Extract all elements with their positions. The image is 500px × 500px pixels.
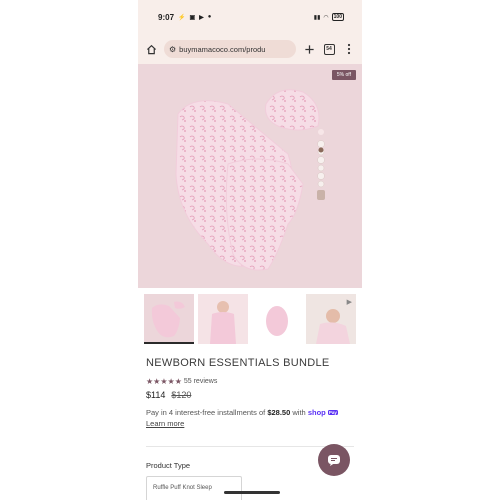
browser-toolbar: ⚙ buymamacoco.com/produ 54	[138, 34, 362, 64]
shop-pay-logo: shop Pay	[308, 408, 338, 417]
discount-badge: 5% off	[331, 70, 356, 80]
notification-icon: ●	[207, 14, 212, 20]
menu-icon[interactable]	[342, 42, 356, 56]
url-text: buymamacoco.com/produ	[179, 44, 266, 54]
product-type-select[interactable]: Ruffle Puff Knot Sleep	[146, 476, 242, 500]
address-bar[interactable]: ⚙ buymamacoco.com/produ	[164, 40, 296, 58]
home-icon[interactable]	[144, 42, 158, 56]
site-settings-icon[interactable]: ⚙	[169, 45, 176, 54]
status-left: 9:07 ⚡ ▣ ▶ ●	[158, 13, 211, 22]
installments-with: with	[292, 408, 306, 417]
original-price: $120	[171, 390, 192, 400]
star-rating-icon: ★★★★★	[146, 377, 182, 386]
chat-icon	[328, 454, 340, 466]
installment-amount: $28.50	[267, 408, 291, 417]
new-tab-icon[interactable]	[302, 42, 316, 56]
thumbnail[interactable]: ▶	[306, 294, 356, 344]
thumbnail[interactable]	[252, 294, 302, 344]
review-count: 55 reviews	[183, 378, 218, 385]
thumbnail[interactable]	[144, 294, 194, 344]
youtube-icon: ▶	[199, 14, 204, 21]
price-row: $114 $120	[146, 390, 191, 400]
installments-prefix: Pay in 4 interest-free installments of	[146, 408, 266, 417]
shop-pay-brand: shop	[307, 408, 326, 417]
status-right: ▮▮ ◠ 100	[314, 13, 344, 21]
learn-more-link[interactable]: Learn more	[146, 419, 184, 428]
notification-icon: ▣	[189, 14, 196, 21]
notification-icon: ⚡	[178, 14, 186, 21]
battery-icon: 100	[331, 13, 344, 21]
product-photo	[175, 89, 325, 271]
thumbnail[interactable]	[198, 294, 248, 344]
tabs-icon[interactable]: 54	[322, 42, 336, 56]
wifi-icon: ◠	[323, 14, 329, 21]
tabs-count: 54	[323, 43, 335, 55]
play-icon: ▶	[346, 299, 352, 306]
sale-price: $114	[146, 390, 166, 400]
product-title: NEWBORN ESSENTIALS BUNDLE	[146, 357, 330, 369]
rating[interactable]: ★★★★★ 55 reviews	[146, 377, 217, 386]
chat-button[interactable]	[318, 444, 350, 476]
thumbnail-strip: ▶	[144, 294, 356, 344]
installments-text: Pay in 4 interest-free installments of $…	[146, 407, 356, 419]
product-type-label: Product Type	[146, 461, 191, 470]
product-image[interactable]: 5% off	[138, 64, 362, 288]
shop-pay-badge: Pay	[327, 410, 338, 416]
clock: 9:07	[158, 12, 175, 22]
phone-screen: 9:07 ⚡ ▣ ▶ ● ▮▮ ◠ 100 ⚙ buymamacoco.com/…	[138, 0, 362, 500]
status-bar: 9:07 ⚡ ▣ ▶ ● ▮▮ ◠ 100	[138, 0, 362, 34]
home-indicator[interactable]	[224, 491, 280, 494]
signal-icon: ▮▮	[313, 14, 321, 21]
